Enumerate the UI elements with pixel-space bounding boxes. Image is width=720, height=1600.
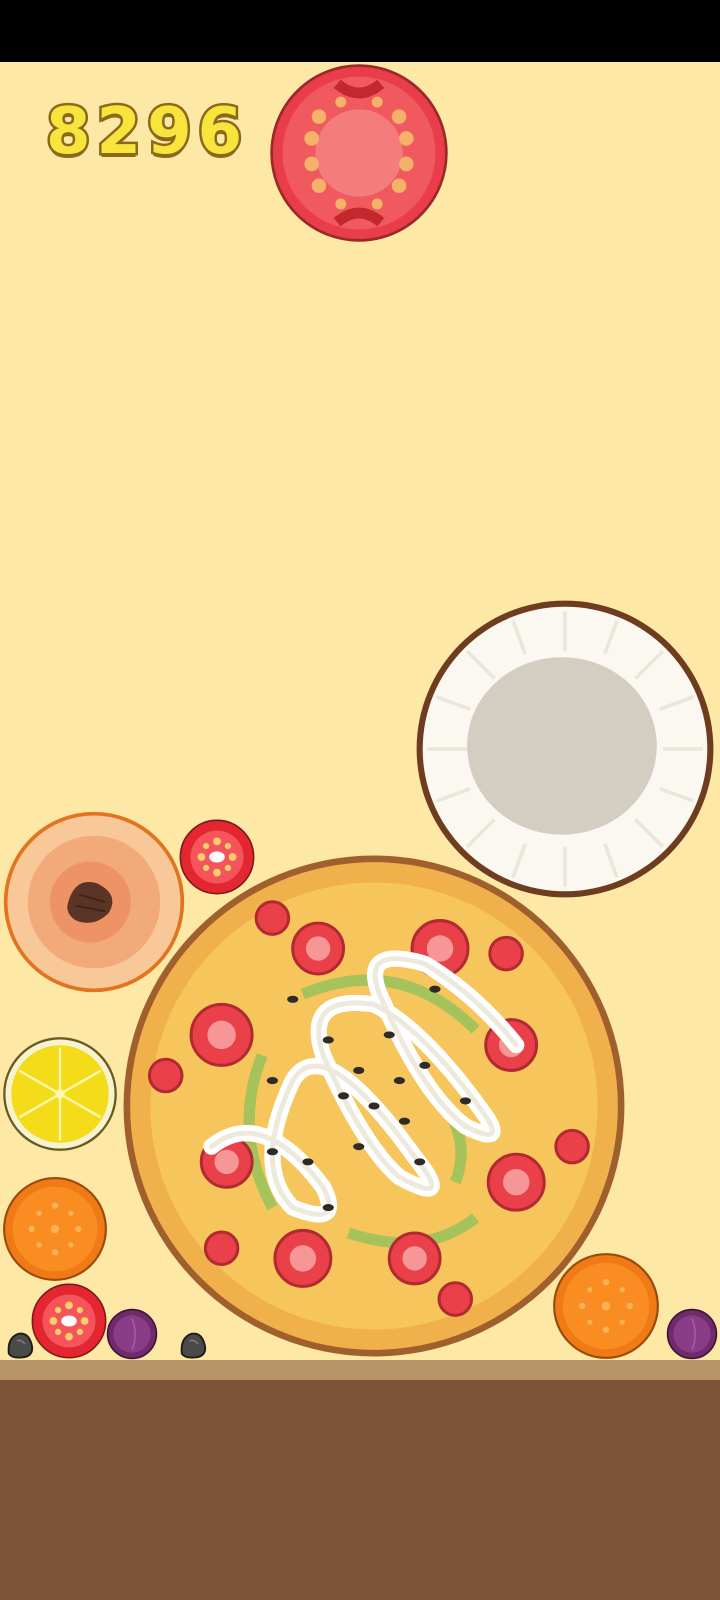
seed-piece bbox=[4, 1328, 36, 1360]
ground-edge bbox=[0, 1360, 720, 1380]
seed-piece bbox=[176, 1328, 210, 1360]
plum-piece bbox=[106, 1308, 158, 1360]
cherry-tomato-piece bbox=[30, 1282, 108, 1360]
plum-piece bbox=[666, 1308, 718, 1360]
ground bbox=[0, 1380, 720, 1600]
orange-slice-piece bbox=[552, 1252, 660, 1360]
orange-slice-piece bbox=[2, 1176, 108, 1282]
status-bar bbox=[0, 0, 720, 62]
next-piece-tomato-slice[interactable] bbox=[268, 62, 450, 244]
score-display: 8296 bbox=[44, 93, 249, 172]
lemon-slice-piece bbox=[2, 1036, 118, 1152]
